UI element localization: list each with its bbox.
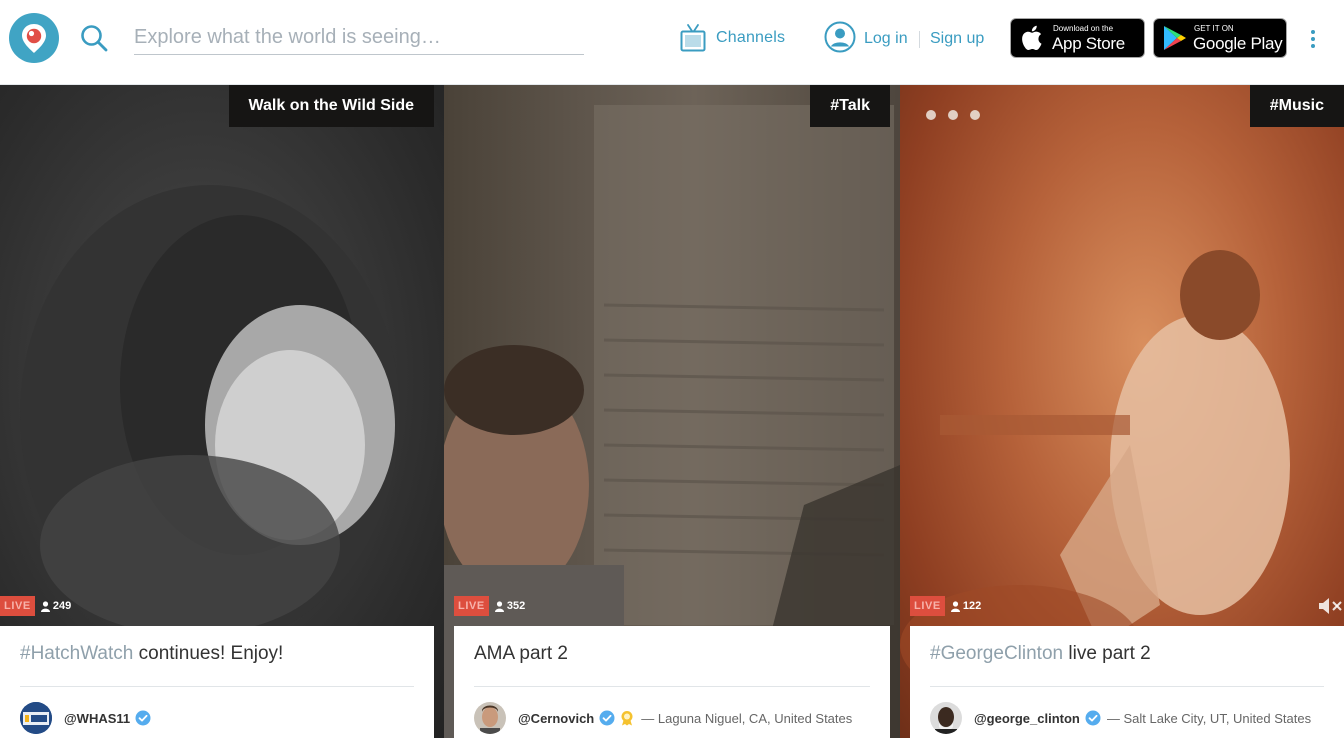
title-hashtag[interactable]: #GeorgeClinton — [930, 643, 1063, 664]
broadcast-title: #GeorgeClinton live part 2 — [930, 643, 1151, 665]
person-icon — [494, 600, 504, 612]
live-indicator: LIVE 352 — [454, 596, 525, 616]
channel-tag[interactable]: #Talk — [810, 85, 890, 127]
viewer-count: 249 — [40, 600, 72, 612]
title-hashtag[interactable]: #HatchWatch — [20, 643, 133, 664]
broadcast-location: — Salt Lake City, UT, United States — [1106, 710, 1312, 726]
avatar[interactable] — [930, 702, 962, 734]
title-text: AMA part 2 — [474, 643, 568, 664]
broadcaster-row[interactable]: @Cernovich — Laguna Niguel, CA, United S… — [474, 702, 874, 734]
broadcast-title: #HatchWatch continues! Enjoy! — [20, 643, 283, 665]
verified-icon — [599, 710, 615, 726]
search-icon[interactable] — [79, 23, 109, 53]
login-link[interactable]: Log in — [864, 30, 908, 48]
live-indicator: LIVE 249 — [0, 596, 71, 616]
verified-icon — [1085, 710, 1101, 726]
title-text: live part 2 — [1063, 643, 1151, 664]
username[interactable]: @Cernovich — [518, 711, 594, 726]
mute-icon[interactable] — [1318, 597, 1344, 615]
app-store-big-text: App Store — [1052, 34, 1125, 53]
google-play-icon — [1164, 26, 1186, 50]
medal-icon — [621, 711, 633, 726]
viewer-count: 352 — [494, 600, 526, 612]
vertical-dots-icon[interactable] — [1304, 26, 1322, 52]
live-badge: LIVE — [0, 596, 35, 616]
search-input[interactable] — [134, 20, 584, 55]
card-divider — [20, 686, 414, 687]
viewer-count-value: 352 — [506, 600, 526, 612]
google-play-badge[interactable]: GET IT ON Google Play — [1153, 18, 1287, 58]
person-icon — [40, 600, 50, 612]
channels-link[interactable]: Channels — [680, 20, 785, 56]
verified-icon — [135, 710, 151, 726]
app-store-small-text: Download on the — [1053, 24, 1114, 33]
channels-label: Channels — [716, 29, 786, 46]
login-signup-divider — [919, 31, 920, 48]
broadcast-tile[interactable]: #Music LIVE 122 #GeorgeClinton live part… — [900, 85, 1344, 738]
user-circle-icon[interactable] — [824, 21, 856, 53]
broadcast-card[interactable]: AMA part 2 @Cernovich — Laguna Niguel, C… — [454, 626, 890, 738]
tv-icon — [680, 24, 706, 52]
live-badge: LIVE — [454, 596, 489, 616]
google-play-small-text: GET IT ON — [1194, 24, 1234, 33]
username[interactable]: @WHAS11 — [64, 711, 130, 726]
channel-tag[interactable]: #Music — [1249, 85, 1344, 127]
broadcast-location: — Laguna Niguel, CA, United States — [641, 710, 853, 726]
top-header: Channels Log in Sign up Download on the … — [0, 0, 1344, 85]
broadcaster-row[interactable]: @george_clinton — Salt Lake City, UT, Un… — [930, 702, 1328, 734]
person-icon — [950, 600, 960, 612]
broadcast-card[interactable]: #GeorgeClinton live part 2 @george_clint… — [910, 626, 1344, 738]
apple-icon — [1022, 25, 1042, 51]
card-divider — [474, 686, 870, 687]
title-text: continues! Enjoy! — [133, 643, 284, 664]
broadcast-tile[interactable]: #Talk LIVE 352 AMA part 2 @Cernovich — L… — [444, 85, 900, 738]
broadcaster-row[interactable]: @WHAS11 — [20, 702, 418, 734]
broadcast-title: AMA part 2 — [474, 643, 568, 665]
broadcast-card[interactable]: #HatchWatch continues! Enjoy! @WHAS11 — [0, 626, 434, 738]
periscope-logo-icon[interactable] — [9, 13, 59, 63]
card-divider — [930, 686, 1324, 687]
avatar[interactable] — [474, 702, 506, 734]
viewer-count: 122 — [950, 600, 982, 612]
username[interactable]: @george_clinton — [974, 711, 1080, 726]
live-indicator: LIVE 122 — [910, 596, 981, 616]
live-badge: LIVE — [910, 596, 945, 616]
channel-tag[interactable]: Walk on the Wild Side — [228, 85, 434, 127]
broadcast-tile[interactable]: Walk on the Wild Side LIVE 249 #HatchWat… — [0, 85, 444, 738]
signup-link[interactable]: Sign up — [930, 30, 984, 48]
viewer-count-value: 249 — [52, 600, 72, 612]
app-store-badge[interactable]: Download on the App Store — [1010, 18, 1145, 58]
google-play-big-text: Google Play — [1193, 34, 1283, 53]
viewer-count-value: 122 — [962, 600, 982, 612]
avatar[interactable] — [20, 702, 52, 734]
